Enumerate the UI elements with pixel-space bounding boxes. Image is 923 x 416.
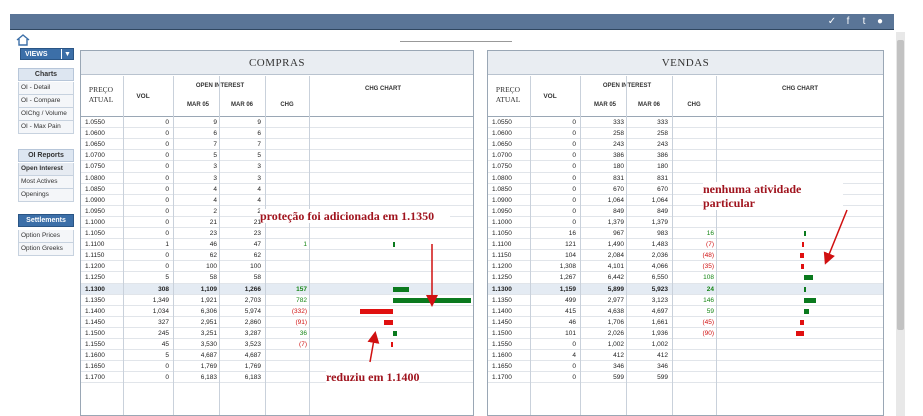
facebook-icon[interactable]: f — [842, 15, 854, 29]
sidebar: VIEWS ▼ Charts OI - Detail OI - Compare … — [14, 48, 76, 410]
header-mar06: MAR 06 — [637, 102, 660, 108]
chevron-down-icon[interactable]: ▼ — [61, 49, 73, 59]
chg-bar — [804, 308, 809, 314]
chg-bar — [804, 231, 806, 236]
column-divider — [219, 76, 220, 415]
charts-heading: Charts — [18, 68, 74, 81]
twitter-icon[interactable]: t — [858, 15, 870, 29]
compras-panel: COMPRAS PREÇO ATUAL VOL OPEN INTEREST MA… — [80, 50, 474, 416]
column-divider — [672, 76, 673, 415]
chg-bar — [393, 330, 397, 336]
header-preco: PREÇO ATUAL — [88, 85, 114, 104]
chg-bar — [393, 242, 395, 248]
chg-bar — [804, 297, 817, 303]
annotation-protecao: proteção foi adicionada em 1.1350 — [260, 209, 450, 223]
chg-bar — [383, 319, 393, 325]
header-mar06: MAR 06 — [230, 102, 253, 108]
vendas-title: VENDAS — [488, 51, 883, 75]
compras-header: PREÇO ATUAL VOL OPEN INTEREST MAR 05 MAR… — [81, 75, 473, 117]
sidebar-item-oichg-volume[interactable]: OIChg / Volume — [18, 108, 74, 121]
rss-icon[interactable]: ● — [874, 15, 886, 29]
chg-bar — [359, 308, 393, 314]
chg-bar — [800, 319, 804, 325]
chg-bar — [391, 342, 393, 347]
header-vol: VOL — [543, 93, 557, 100]
header-open-interest: OPEN INTEREST — [602, 83, 652, 89]
chg-bar — [802, 242, 804, 248]
chg-bar — [796, 330, 804, 336]
header-chg-chart: CHG CHART — [365, 86, 401, 92]
sidebar-item-option-prices[interactable]: Option Prices — [18, 230, 74, 243]
header-open-interest: OPEN INTEREST — [195, 83, 245, 89]
check-icon[interactable]: ✓ — [826, 15, 838, 29]
column-divider — [530, 76, 531, 415]
home-icon[interactable] — [16, 34, 30, 46]
column-divider — [626, 76, 627, 415]
oi-reports-heading: OI Reports — [18, 149, 74, 162]
column-divider — [309, 76, 310, 415]
sidebar-item-open-interest[interactable]: Open Interest — [18, 163, 74, 176]
scrollbar-thumb[interactable] — [897, 40, 904, 330]
compras-title: COMPRAS — [81, 51, 473, 75]
header-chg-chart: CHG CHART — [782, 86, 818, 92]
header-chg: CHG — [687, 102, 701, 108]
settlements-heading: Settlements — [18, 214, 74, 227]
column-divider — [716, 76, 717, 415]
chg-bar — [393, 297, 472, 303]
sidebar-item-oi-compare[interactable]: OI - Compare — [18, 95, 74, 108]
chg-bar — [799, 253, 804, 259]
chg-bar — [804, 275, 814, 281]
header-vol: VOL — [136, 93, 150, 100]
chg-bar — [801, 264, 804, 270]
scrollbar[interactable] — [896, 32, 905, 416]
chg-bar — [393, 286, 409, 292]
column-divider — [580, 76, 581, 415]
annotation-nenhuma: nenhuma atividade particular — [703, 182, 843, 210]
sidebar-item-oi-max-pain[interactable]: OI - Max Pain — [18, 121, 74, 134]
sidebar-item-openings[interactable]: Openings — [18, 189, 74, 202]
row-divider — [488, 382, 883, 384]
top-bar: ✓ f t ● — [10, 14, 894, 30]
views-label: VIEWS — [25, 51, 48, 58]
sidebar-item-oi-detail[interactable]: OI - Detail — [18, 82, 74, 95]
vendas-header: PREÇO ATUAL VOL OPEN INTEREST MAR 05 MAR… — [488, 75, 883, 117]
header-chg: CHG — [280, 102, 294, 108]
header-mar05: MAR 05 — [593, 102, 616, 108]
tab-strip — [400, 41, 512, 43]
chg-bar — [804, 286, 807, 292]
vendas-panel: VENDAS PREÇO ATUAL VOL OPEN INTEREST MAR… — [487, 50, 884, 416]
header-mar05: MAR 05 — [186, 102, 209, 108]
column-divider — [123, 76, 124, 415]
sidebar-item-option-greeks[interactable]: Option Greeks — [18, 243, 74, 256]
social-icons: ✓ f t ● — [826, 15, 886, 29]
sidebar-item-most-actives[interactable]: Most Actives — [18, 176, 74, 189]
header-preco: PREÇO ATUAL — [495, 85, 521, 104]
column-divider — [265, 76, 266, 415]
annotation-reduziu: reduziu em 1.1400 — [326, 370, 420, 384]
views-button[interactable]: VIEWS ▼ — [20, 48, 74, 60]
column-divider — [173, 76, 174, 415]
